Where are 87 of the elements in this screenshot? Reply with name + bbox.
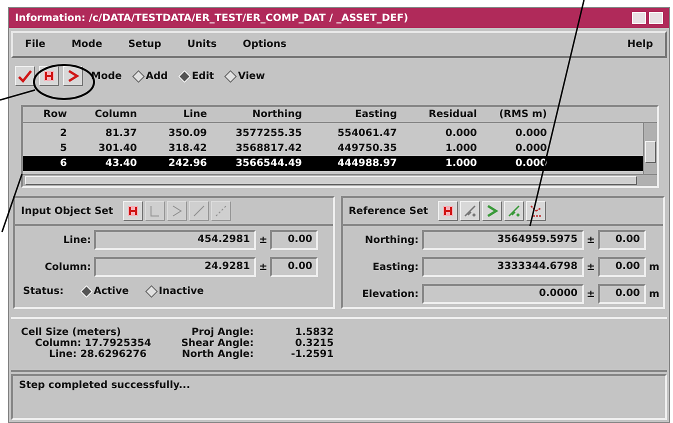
field-label: Easting: xyxy=(372,262,419,272)
table-cell-text: 5 xyxy=(59,142,67,156)
table-cell-text: 3577255.35 xyxy=(234,127,302,141)
column-header: (RMS m) xyxy=(498,109,547,120)
value-field[interactable]: 3333344.6798 xyxy=(422,257,584,277)
error-field[interactable]: 0.00 xyxy=(598,257,646,277)
value-field[interactable]: 3564959.5975 xyxy=(422,230,584,250)
table-cell-text: 1.000 xyxy=(444,157,477,171)
panel-title: Reference Set xyxy=(348,206,428,216)
table-cell-text: 81.37 xyxy=(104,127,137,141)
h-icon[interactable] xyxy=(39,66,59,86)
table-cell-text: 318.42 xyxy=(167,142,207,156)
table-cell-text: 0.000 xyxy=(514,127,547,141)
info-text: Line: 28.6296276 xyxy=(48,349,148,360)
menu-item[interactable]: File xyxy=(23,38,48,51)
unit-label: m xyxy=(649,262,659,272)
status-radio[interactable]: Active xyxy=(82,286,129,297)
column-header: Easting xyxy=(354,109,397,120)
table-cell-text: 3568817.42 xyxy=(234,142,302,156)
error-field[interactable]: 0.00 xyxy=(598,284,646,304)
menu-item[interactable]: Options xyxy=(240,38,288,51)
table-cell-text: 444988.97 xyxy=(336,157,397,171)
table-cell-text: 350.09 xyxy=(167,127,207,141)
table-cell-text: 0.000 xyxy=(444,127,477,141)
value-field[interactable]: 454.2981 xyxy=(94,230,256,250)
field-label: Column: xyxy=(44,262,91,272)
column-header: Northing xyxy=(251,109,302,120)
plus-minus-sign: ± xyxy=(586,262,595,272)
error-field[interactable]: 0.00 xyxy=(598,230,646,250)
column-header: Residual xyxy=(428,109,477,120)
plus-minus-sign: ± xyxy=(259,234,268,246)
dots-icon[interactable] xyxy=(526,201,546,221)
leader-line xyxy=(1,174,23,232)
table-cell-text: 3566544.49 xyxy=(234,157,302,171)
table-cell-text: 2 xyxy=(59,127,67,141)
table-cell-text: 43.40 xyxy=(104,157,137,171)
menu-item[interactable]: Units xyxy=(185,38,219,51)
status-bar: Step completed successfully... xyxy=(11,374,667,420)
column-header: Line xyxy=(182,109,207,120)
mode-radio[interactable]: Edit xyxy=(180,70,214,82)
value-field[interactable]: 24.9281 xyxy=(94,257,256,277)
column-header: Column xyxy=(94,109,137,120)
error-field[interactable]: 0.00 xyxy=(270,257,318,277)
value-field[interactable]: 0.0000 xyxy=(422,284,584,304)
menu-item[interactable]: Mode xyxy=(69,38,104,51)
angle-value: -1.2591 xyxy=(290,349,334,360)
leader-line xyxy=(0,89,36,101)
plus-minus-sign: ± xyxy=(586,234,595,246)
field-label: Elevation: xyxy=(361,288,419,300)
table-cell-text: 1.000 xyxy=(444,142,477,156)
status-label: Status: xyxy=(23,286,64,297)
panel-title: Input Object Set xyxy=(21,206,114,216)
mode-radio[interactable]: Add xyxy=(134,70,168,82)
window-title: Information: /c/DATA/TESTDATA/ER_TEST/ER_COMP_DAT / _ASSET_DEF) xyxy=(15,12,408,24)
table-row[interactable]: 5 301.40 318.42 3568817.42 449750.35 1.000 0.000 xyxy=(23,141,643,156)
scrollbar[interactable] xyxy=(23,174,657,186)
table-cell-text: 449750.35 xyxy=(336,142,397,156)
plus-minus-sign: ± xyxy=(259,262,268,272)
plus-minus-icon[interactable] xyxy=(123,201,144,221)
angle-value: 1.5832 xyxy=(294,327,334,338)
check-icon[interactable] xyxy=(15,66,35,86)
menu-item[interactable]: Help xyxy=(625,38,655,51)
table-row[interactable]: 2 81.37 350.09 3577255.35 554061.47 0.000 0.000 xyxy=(23,126,643,141)
field-label: Line: xyxy=(62,234,91,246)
info-label: Cell Size (meters) xyxy=(21,327,122,338)
dots-icon[interactable] xyxy=(211,201,232,221)
plus-minus-sign: ± xyxy=(586,288,595,300)
error-field[interactable]: 0.00 xyxy=(270,230,318,250)
scrollbar[interactable] xyxy=(643,123,657,174)
angle-label: Shear Angle: xyxy=(181,338,254,349)
chevron-icon[interactable] xyxy=(63,66,83,86)
angle-label: North Angle: xyxy=(181,349,254,360)
table-cell-text: 554061.47 xyxy=(336,127,397,141)
unit-label: m xyxy=(649,288,659,300)
table-cell-text: 301.40 xyxy=(97,142,137,156)
table-cell-text: 242.96 xyxy=(167,157,207,171)
mode-radio[interactable]: View xyxy=(226,70,266,82)
status-radio[interactable]: Inactive xyxy=(146,286,204,297)
plus-minus-icon[interactable] xyxy=(438,201,458,221)
table-cell-text: 0.000 xyxy=(514,142,547,156)
info-text: Column: 17.7925354 xyxy=(34,338,152,349)
menu-item[interactable]: Setup xyxy=(126,38,164,51)
angle-value: 0.3215 xyxy=(294,338,334,349)
column-header: Row xyxy=(42,109,67,120)
field-label: Northing: xyxy=(364,234,419,246)
angle-label: Proj Angle: xyxy=(190,327,254,338)
table-cell-text: 6 xyxy=(59,157,67,171)
